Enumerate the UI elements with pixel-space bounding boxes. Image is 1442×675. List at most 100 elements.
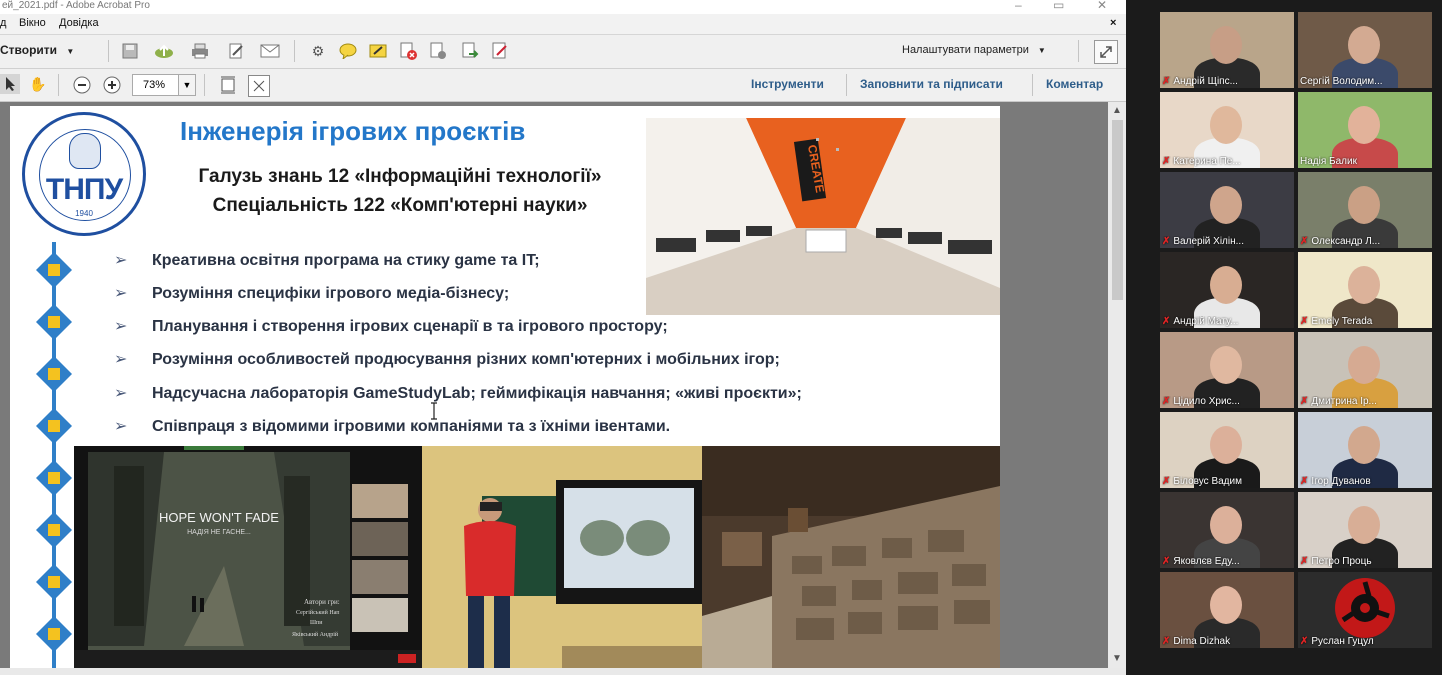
participant-name-text: Катерина Пе... xyxy=(1173,156,1241,167)
participant-name-text: Валерій Хілін... xyxy=(1173,236,1244,247)
scroll-up-icon[interactable]: ▲ xyxy=(1112,105,1122,116)
hand-tool-icon[interactable]: ✋ xyxy=(28,74,48,94)
page-settings-icon[interactable] xyxy=(428,41,448,61)
cloud-upload-icon[interactable] xyxy=(154,41,174,61)
print-icon[interactable] xyxy=(190,41,210,61)
folk-ornament xyxy=(36,242,72,668)
participant-tile[interactable]: ✗ Яковлєв Еду... xyxy=(1160,492,1294,568)
zoom-level-select[interactable]: 73% ▼ xyxy=(132,74,196,96)
zoom-in-icon[interactable] xyxy=(102,75,122,95)
participant-tile[interactable]: ✗ Петро Проць xyxy=(1298,492,1432,568)
fullscreen-icon[interactable] xyxy=(248,75,270,97)
edit-document-icon[interactable] xyxy=(226,41,246,61)
bullet-item: ➢ Розуміння специфіки ігрового медіа-бізн… xyxy=(114,283,509,303)
ornament-square xyxy=(48,264,60,276)
create-button[interactable]: Створити ▼ xyxy=(0,43,74,57)
bullet-item: ➢ Співпраця з відомими ігровими компаніям… xyxy=(114,416,670,436)
participant-tile[interactable]: ✗ Катерина Пе... xyxy=(1160,92,1294,168)
participant-tile[interactable]: ✗ Руслан Гуцул xyxy=(1298,572,1432,648)
participant-name-text: Цідило Хрис... xyxy=(1173,396,1240,407)
save-icon[interactable] xyxy=(120,41,140,61)
chevron-down-icon: ▼ xyxy=(1037,46,1046,55)
chevron-down-icon[interactable]: ▼ xyxy=(178,75,195,95)
participant-tile[interactable]: ✗ Цідило Хрис... xyxy=(1160,332,1294,408)
fit-page-icon[interactable] xyxy=(218,75,238,95)
participant-name: ✗ Петро Проць xyxy=(1300,556,1430,567)
select-tool-icon[interactable] xyxy=(0,74,20,94)
participant-tile[interactable]: ✗ Emely Terada xyxy=(1298,252,1432,328)
participant-face xyxy=(1348,266,1380,304)
expand-icon[interactable] xyxy=(1094,40,1118,64)
participant-face xyxy=(1348,106,1380,144)
ornament-square xyxy=(48,472,60,484)
comment-icon[interactable] xyxy=(338,41,358,61)
participant-tile[interactable]: ✗ Дмитрина Ір... xyxy=(1298,332,1432,408)
participant-face xyxy=(1210,106,1242,144)
participant-name: ✗ Яковлєв Еду... xyxy=(1162,556,1292,567)
toolbar-divider xyxy=(294,40,295,62)
tab-fill-sign[interactable]: Заповнити та підписати xyxy=(860,77,1003,91)
close-icon[interactable]: ✕ xyxy=(1097,0,1107,12)
avatar xyxy=(1335,578,1395,638)
vertical-scrollbar[interactable]: ▲ ▼ xyxy=(1109,102,1126,668)
menu-item-help[interactable]: Довідка xyxy=(59,17,99,29)
menu-item-edit[interactable]: д xyxy=(0,17,6,29)
muted-mic-icon: ✗ xyxy=(1300,636,1309,647)
portrait-icon xyxy=(69,133,101,169)
participant-tile[interactable]: ✗ Андрій Мату... xyxy=(1160,252,1294,328)
restore-icon[interactable]: ▭ xyxy=(1053,0,1064,12)
participant-tile[interactable]: Надія Балик xyxy=(1298,92,1432,168)
participant-face xyxy=(1348,26,1380,64)
participant-tile[interactable]: ✗ Біловус Вадим xyxy=(1160,412,1294,488)
acrobat-window: ей_2021.pdf - Adobe Acrobat Pro – ▭ ✕ д … xyxy=(0,0,1126,675)
gear-icon[interactable]: ⚙ xyxy=(308,41,328,61)
participant-tile[interactable]: ✗ Dima Dizhak xyxy=(1160,572,1294,648)
participant-name-text: Біловус Вадим xyxy=(1173,476,1242,487)
tab-tools[interactable]: Інструменти xyxy=(751,77,824,91)
pdf-page: ТНПУ 1940 Інженерія ігрових проєктів Гал… xyxy=(10,106,1000,668)
lab-photo: CREATE xyxy=(646,118,1000,315)
close-document-icon[interactable]: × xyxy=(1110,17,1116,29)
export-page-icon[interactable] xyxy=(460,41,480,61)
participant-name: ✗ Dima Dizhak xyxy=(1162,636,1292,647)
muted-mic-icon: ✗ xyxy=(1162,556,1171,567)
muted-mic-icon: ✗ xyxy=(1162,156,1171,167)
email-icon[interactable] xyxy=(260,41,280,61)
participant-tile[interactable]: ✗ Андрій Щіпс... xyxy=(1160,12,1294,88)
arrow-bullet-icon: ➢ xyxy=(114,351,128,368)
participant-name-text: Emely Terada xyxy=(1311,316,1373,327)
arrow-bullet-icon: ➢ xyxy=(114,252,128,269)
scroll-down-icon[interactable]: ▼ xyxy=(1112,653,1122,664)
delete-page-icon[interactable] xyxy=(398,41,418,61)
zoom-out-icon[interactable] xyxy=(72,75,92,95)
slide-title: Інженерія ігрових проєктів xyxy=(180,116,526,146)
customize-settings-button[interactable]: Налаштувати параметри ▼ xyxy=(902,44,1046,56)
participant-name: ✗ Катерина Пе... xyxy=(1162,156,1292,167)
menu-item-window[interactable]: Вікно xyxy=(19,17,46,29)
form-icon[interactable] xyxy=(490,41,510,61)
muted-mic-icon: ✗ xyxy=(1162,236,1171,247)
participant-name: ✗ Emely Terada xyxy=(1300,316,1430,327)
bullet-text: Креативна освітня програма на стику game… xyxy=(152,252,540,269)
participant-name: ✗ Цідило Хрис... xyxy=(1162,396,1292,407)
muted-mic-icon: ✗ xyxy=(1300,396,1309,407)
minimize-icon[interactable]: – xyxy=(1015,0,1022,12)
participant-tile[interactable]: ✗ Олександр Л... xyxy=(1298,172,1432,248)
ornament-square xyxy=(48,576,60,588)
game-scene: HOPE WON'T FADE НАДІЯ НЕ ГАСНЕ... Автори… xyxy=(74,446,422,668)
highlight-icon[interactable] xyxy=(368,41,388,61)
participant-tile[interactable]: ✗ Валерій Хілін... xyxy=(1160,172,1294,248)
scroll-thumb[interactable] xyxy=(1112,120,1123,300)
game-subtitle: НАДІЯ НЕ ГАСНЕ... xyxy=(187,529,251,536)
tab-comment[interactable]: Коментар xyxy=(1046,77,1103,91)
participant-name-text: Надія Балик xyxy=(1300,156,1357,167)
participant-name-text: Олександр Л... xyxy=(1311,236,1381,247)
credits-line: Автори гри: xyxy=(304,598,340,606)
specialty: Спеціальність 122 «Комп'ютерні науки» xyxy=(212,195,588,216)
toolbar-divider xyxy=(204,74,205,96)
participant-tile[interactable]: ✗ Ігор Дуванов xyxy=(1298,412,1432,488)
bullet-text: Розуміння особливостей продюсування різн… xyxy=(152,351,780,368)
participant-tile[interactable]: Сергій Володим... xyxy=(1298,12,1432,88)
university-logo: ТНПУ 1940 xyxy=(22,112,146,236)
participant-name-text: Яковлєв Еду... xyxy=(1173,556,1240,567)
